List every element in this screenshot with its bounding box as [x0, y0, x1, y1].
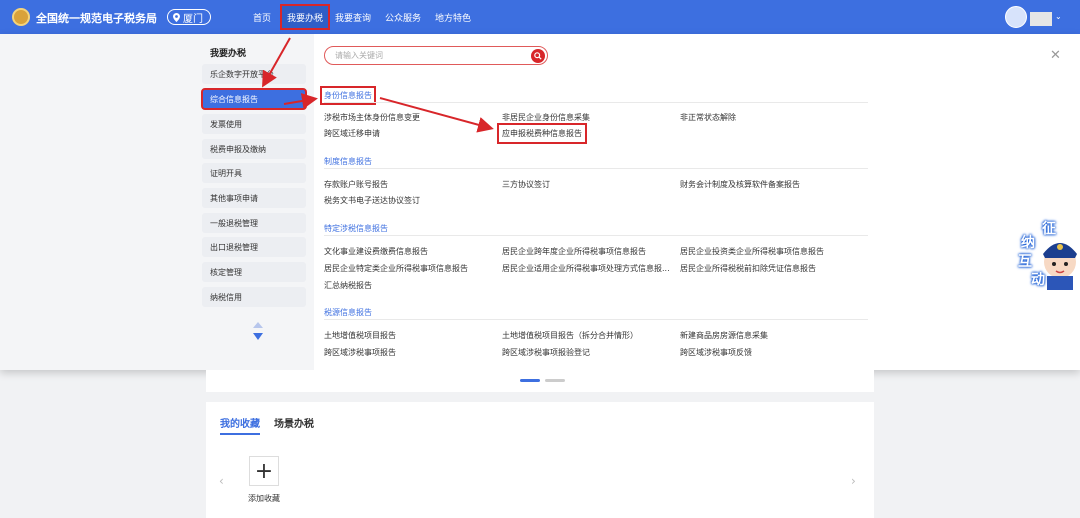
menu-link[interactable]: 非居民企业身份信息采集: [502, 112, 590, 123]
menu-link[interactable]: 居民企业跨年度企业所得税事项信息报告: [502, 246, 646, 257]
menu-link[interactable]: 新建商品房房源信息采集: [680, 330, 768, 341]
mascot-char: 动: [1031, 272, 1045, 288]
mascot-char: 征: [1042, 221, 1056, 237]
menu-link[interactable]: 跨区域迁移申请: [324, 128, 380, 139]
chevron-right-icon[interactable]: ›: [851, 474, 856, 488]
mascot-char: 纳: [1021, 235, 1035, 251]
sidebar-item[interactable]: 乐企数字开放平台: [202, 64, 306, 84]
carousel-dot-active[interactable]: [520, 379, 540, 382]
sidebar-item[interactable]: 一般退税管理: [202, 213, 306, 233]
sidebar-item[interactable]: 证明开具: [202, 163, 306, 183]
location-pin-icon: [173, 12, 180, 22]
menu-link[interactable]: 三方协议签订: [502, 179, 550, 190]
section-divider: [324, 102, 868, 103]
menu-link[interactable]: 跨区域涉税事项报告: [324, 347, 396, 358]
section-divider: [324, 168, 868, 169]
chevron-down-icon[interactable]: ⌄: [1055, 12, 1062, 21]
menu-link[interactable]: 土地增值税项目报告（拆分合并情形）: [502, 330, 638, 341]
sidebar-item[interactable]: 出口退税管理: [202, 237, 306, 257]
nav-tax-handling[interactable]: 我要办税: [280, 4, 330, 30]
menu-link[interactable]: 文化事业建设费缴费信息报告: [324, 246, 428, 257]
close-icon[interactable]: ✕: [1050, 48, 1061, 63]
mascot-widget[interactable]: 征 纳 互 动: [1015, 218, 1080, 290]
menu-link-tax-type-report[interactable]: 应申报税费种信息报告: [497, 123, 587, 144]
tab-my-favorites[interactable]: 我的收藏: [220, 415, 260, 435]
section-title-tax-source: 税源信息报告: [324, 308, 372, 317]
sidebar-item-active[interactable]: 综合信息报告: [201, 88, 307, 110]
carousel-dot[interactable]: [545, 379, 565, 382]
sidebar-item[interactable]: 核定管理: [202, 262, 306, 282]
section-title-specific: 特定涉税信息报告: [324, 224, 388, 233]
menu-link[interactable]: 税务文书电子送达协议签订: [324, 195, 420, 206]
search-input[interactable]: 请输入关键词: [324, 46, 548, 65]
search-icon: [534, 52, 542, 60]
city-selector[interactable]: 厦门: [167, 9, 211, 25]
section-title-identity: 身份信息报告: [320, 86, 376, 105]
menu-link[interactable]: 财务会计制度及核算软件备案报告: [680, 179, 800, 190]
nav-local-features[interactable]: 地方特色: [435, 11, 471, 24]
section-title-system: 制度信息报告: [324, 157, 372, 166]
banner-card: [206, 370, 874, 392]
chevron-left-icon[interactable]: ‹: [219, 474, 224, 488]
sidebar-title: 我要办税: [210, 49, 247, 59]
search-button[interactable]: [531, 49, 545, 63]
nav-query[interactable]: 我要查询: [335, 11, 371, 24]
sidebar-item[interactable]: 税费申报及缴纳: [202, 139, 306, 159]
menu-link[interactable]: 跨区域涉税事项报验登记: [502, 347, 590, 358]
search-placeholder: 请输入关键词: [335, 51, 383, 60]
menu-link[interactable]: 居民企业所得税税前扣除凭证信息报告: [680, 263, 816, 274]
plus-icon: +: [254, 458, 274, 484]
section-divider: [324, 235, 868, 236]
sidebar-scroll-arrows-icon[interactable]: [252, 321, 264, 341]
top-header: 全国统一规范电子税务局 厦门 首页 我要办税 我要查询 公众服务 地方特色 ⌄: [0, 0, 1080, 34]
add-favorite-label: 添加收藏: [248, 494, 280, 503]
menu-link[interactable]: 居民企业投资类企业所得税事项信息报告: [680, 246, 824, 257]
tab-scenario-tax[interactable]: 场景办税: [274, 415, 314, 430]
tax-emblem-logo: [12, 8, 30, 26]
user-avatar[interactable]: [1005, 6, 1027, 28]
menu-link[interactable]: 非正常状态解除: [680, 112, 736, 123]
menu-link[interactable]: 土地增值税项目报告: [324, 330, 396, 341]
menu-link[interactable]: 跨区域涉税事项反馈: [680, 347, 752, 358]
app-title: 全国统一规范电子税务局: [36, 12, 157, 25]
sidebar-item[interactable]: 其他事项申请: [202, 188, 306, 208]
sidebar-item[interactable]: 纳税信用: [202, 287, 306, 307]
mascot-char: 互: [1018, 254, 1032, 270]
user-name-redacted[interactable]: [1030, 12, 1052, 26]
nav-home[interactable]: 首页: [253, 11, 271, 24]
menu-link[interactable]: 涉税市场主体身份信息变更: [324, 112, 420, 123]
menu-link[interactable]: 居民企业适用企业所得税事项处理方式信息报...: [502, 263, 670, 274]
menu-link[interactable]: 存款账户账号报告: [324, 179, 388, 190]
menu-link[interactable]: 居民企业特定类企业所得税事项信息报告: [324, 263, 468, 274]
menu-link[interactable]: 汇总纳税报告: [324, 280, 372, 291]
nav-public-service[interactable]: 公众服务: [385, 11, 421, 24]
section-divider: [324, 319, 868, 320]
mega-menu-panel: 我要办税 乐企数字开放平台 综合信息报告 发票使用 税费申报及缴纳 证明开具 其…: [0, 34, 1080, 370]
add-favorite-button[interactable]: +: [249, 456, 279, 486]
sidebar-item[interactable]: 发票使用: [202, 114, 306, 134]
city-label: 厦门: [183, 13, 203, 25]
nav-tax-handling-label: 我要办税: [286, 13, 323, 24]
